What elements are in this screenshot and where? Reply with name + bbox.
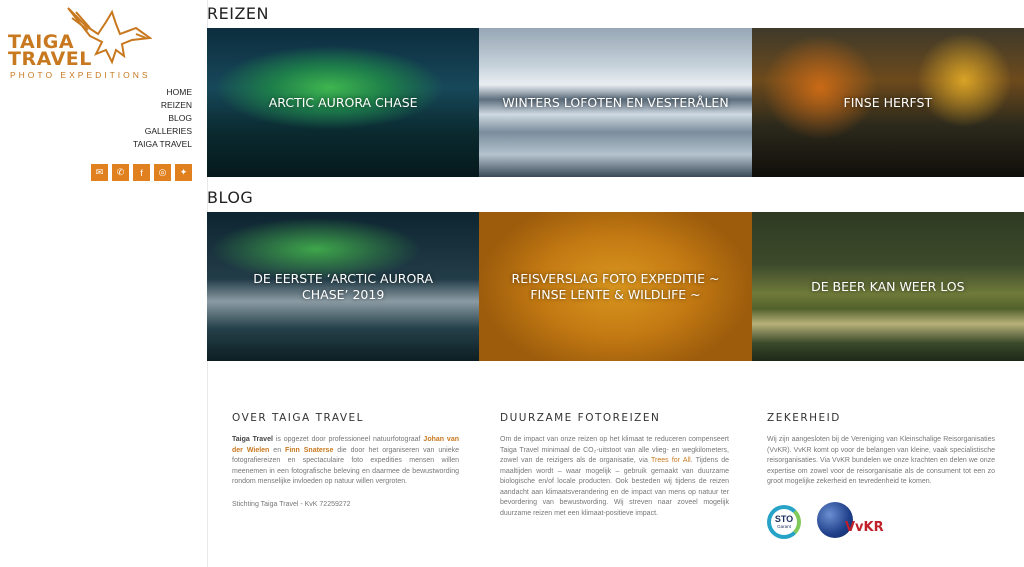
about-text-1: is opgezet door professioneel natuurfoto… <box>275 436 421 443</box>
tile-label: REISVERSLAG FOTO EXPEDITIE ~ FINSE LENTE… <box>511 270 720 302</box>
tile-blog-finse-lente[interactable]: REISVERSLAG FOTO EXPEDITIE ~ FINSE LENTE… <box>479 212 752 361</box>
tile-label: ARCTIC AURORA CHASE <box>268 94 418 110</box>
tile-label: DE BEER KAN WEER LOS <box>811 278 965 294</box>
phone-icon[interactable]: ✆ <box>112 164 129 181</box>
brand-tagline: PHOTO EXPEDITIONS <box>10 70 151 80</box>
tile-arctic-aurora-chase[interactable]: ARCTIC AURORA CHASE <box>207 28 480 177</box>
nav-taiga-travel[interactable]: TAIGA TRAVEL <box>133 138 192 151</box>
blog-heading: BLOG <box>207 188 254 207</box>
blog-tiles: DE EERSTE ‘ARCTIC AURORA CHASE’ 2019 REI… <box>207 212 1024 361</box>
nav-reizen[interactable]: REIZEN <box>133 99 192 112</box>
brand-name: TAIGA TRAVEL <box>8 31 92 70</box>
sto-label: STO <box>774 513 794 524</box>
footer-sustainable: DUURZAME FOTOREIZEN Om de impact van onz… <box>500 412 729 519</box>
nav-blog[interactable]: BLOG <box>133 112 192 125</box>
twitter-icon[interactable]: ✦ <box>175 164 192 181</box>
facebook-icon[interactable]: f <box>133 164 150 181</box>
footer-security: ZEKERHEID Wij zijn aangesloten bij de Ve… <box>767 412 995 542</box>
footer-sustainable-title: DUURZAME FOTOREIZEN <box>500 412 661 424</box>
tile-winters-lofoten[interactable]: WINTERS LOFOTEN EN VESTERÅLEN <box>479 28 752 177</box>
kvk-number: Stichting Taiga Travel - KvK 72259272 <box>232 500 351 508</box>
garant-label: Garant <box>777 523 791 529</box>
reizen-tiles: ARCTIC AURORA CHASE WINTERS LOFOTEN EN V… <box>207 28 1024 177</box>
tile-blog-beer[interactable]: DE BEER KAN WEER LOS <box>751 212 1024 361</box>
footer-about: OVER TAIGA TRAVEL Taiga Travel is opgeze… <box>232 412 459 510</box>
reizen-heading: REIZEN <box>207 4 269 23</box>
instagram-icon[interactable]: ◎ <box>154 164 171 181</box>
footer-sustainable-text: Om de impact van onze reizen op het klim… <box>500 435 729 519</box>
brand-mention: Taiga Travel <box>232 436 273 443</box>
main-nav: HOME REIZEN BLOG GALLERIES TAIGA TRAVEL <box>133 86 192 151</box>
tile-label: DE EERSTE ‘ARCTIC AURORA CHASE’ 2019 <box>253 270 434 302</box>
sustainable-text-2: . Tijdens de maaltijden wordt – waar mog… <box>500 457 730 517</box>
link-trees-for-all[interactable]: Trees for All <box>651 457 691 464</box>
nav-home[interactable]: HOME <box>133 86 193 99</box>
nav-galleries[interactable]: GALLERIES <box>133 125 192 138</box>
footer-security-title: ZEKERHEID <box>767 412 841 424</box>
footer-about-title: OVER TAIGA TRAVEL <box>232 412 365 424</box>
taiga-travel-logo[interactable]: TAIGA TRAVEL PHOTO EXPEDITIONS <box>8 4 152 80</box>
tile-finse-herfst[interactable]: FINSE HERFST <box>751 28 1024 177</box>
tile-blog-eerste-aurora-chase[interactable]: DE EERSTE ‘ARCTIC AURORA CHASE’ 2019 <box>207 212 480 361</box>
vvkr-logo[interactable]: VvKR <box>817 501 884 542</box>
footer-about-text: Taiga Travel is opgezet door professione… <box>232 435 459 488</box>
sto-garant-logo[interactable]: STO Garant <box>767 504 801 539</box>
footer-security-text: Wij zijn aangesloten bij de Vereniging v… <box>767 436 995 485</box>
envelope-icon[interactable]: ✉ <box>91 164 108 181</box>
about-text-2: en <box>273 446 282 454</box>
tile-label: WINTERS LOFOTEN EN VESTERÅLEN <box>502 94 729 110</box>
vvkr-label: VvKR <box>845 519 884 535</box>
sidebar: TAIGA TRAVEL PHOTO EXPEDITIONS HOME REIZ… <box>0 0 207 567</box>
link-finn-snaterse[interactable]: Finn Snaterse <box>285 447 333 454</box>
social-links: ✉ ✆ f ◎ ✦ <box>91 164 192 181</box>
tile-label: FINSE HERFST <box>843 94 933 110</box>
membership-badges: STO Garant VvKR <box>767 501 995 542</box>
